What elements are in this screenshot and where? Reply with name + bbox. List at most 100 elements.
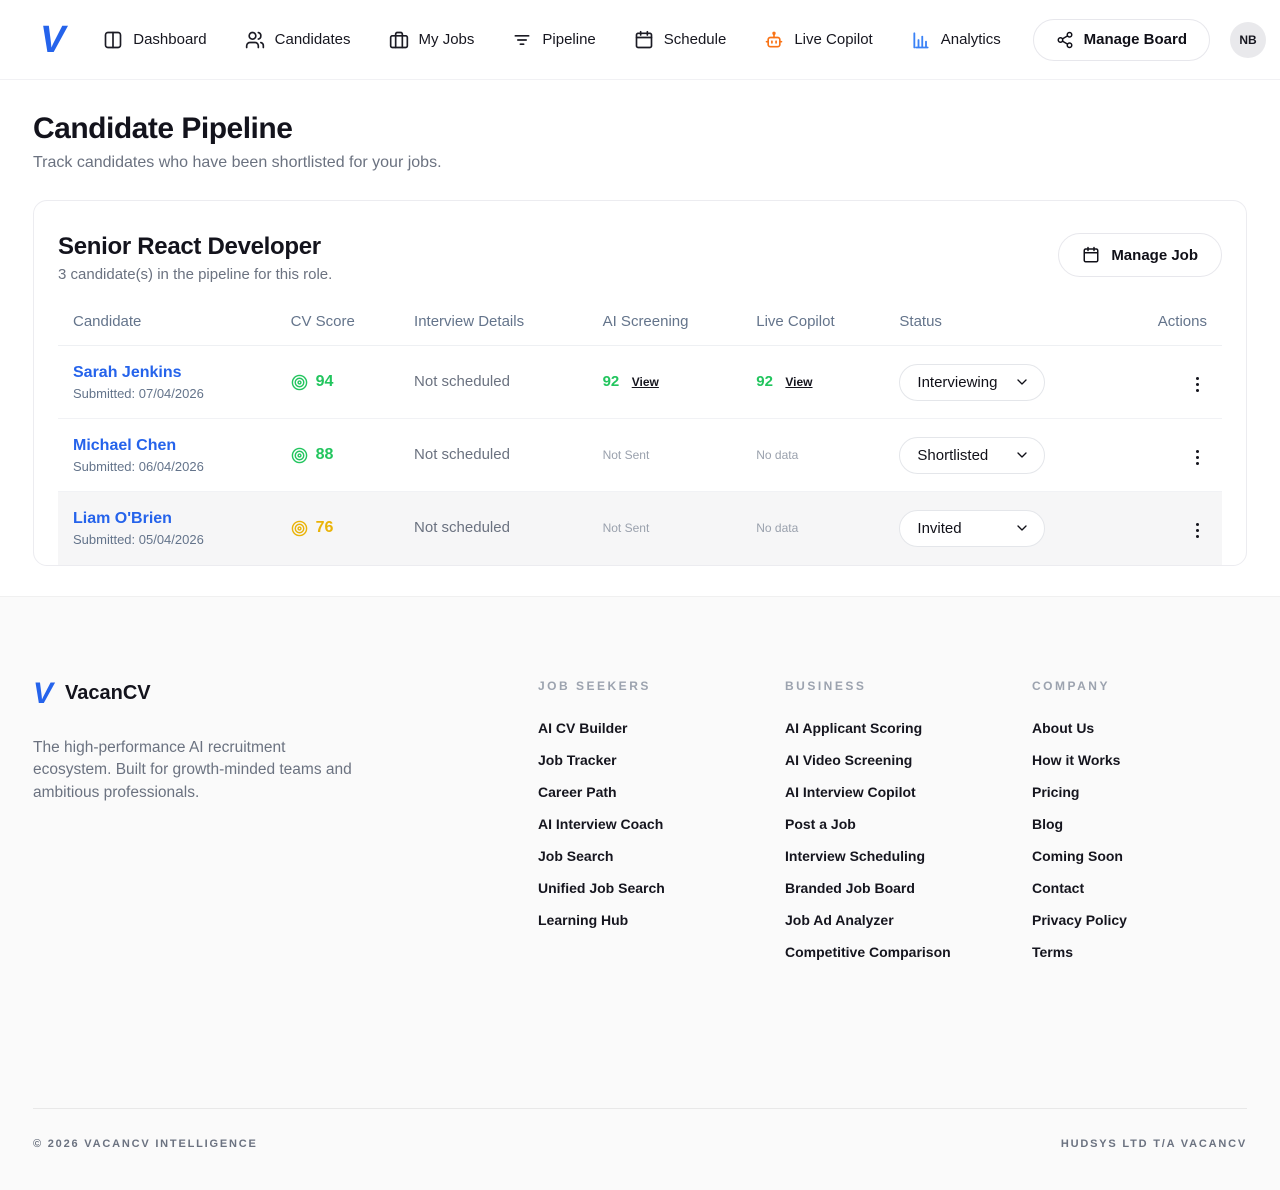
footer-column-company: COMPANY About Us How it Works Pricing Bl… xyxy=(1032,679,1279,976)
manage-job-button[interactable]: Manage Job xyxy=(1058,233,1222,277)
nav-my-jobs[interactable]: My Jobs xyxy=(389,30,475,50)
footer-link[interactable]: Learning Hub xyxy=(538,912,785,929)
chevron-down-icon xyxy=(1014,447,1030,463)
nav-live-copilot[interactable]: Live Copilot xyxy=(764,30,872,50)
dashboard-panel-icon xyxy=(103,30,123,50)
footer-link[interactable]: Interview Scheduling xyxy=(785,848,1032,865)
briefcase-icon xyxy=(389,30,409,50)
calendar-icon xyxy=(634,30,654,50)
cv-score-value: 88 xyxy=(316,446,334,464)
table-row: Liam O'Brien Submitted: 05/04/2026 76 No… xyxy=(58,492,1222,565)
nav-schedule[interactable]: Schedule xyxy=(634,30,727,50)
footer-column-heading: COMPANY xyxy=(1032,679,1279,693)
job-pipeline-card: Senior React Developer 3 candidate(s) in… xyxy=(33,200,1247,566)
footer-link[interactable]: Job Ad Analyzer xyxy=(785,912,1032,929)
nav-label: Candidates xyxy=(275,31,351,48)
footer-link[interactable]: Job Search xyxy=(538,848,785,865)
row-actions-button[interactable] xyxy=(1188,444,1207,471)
page-footer: V VacanCV The high-performance AI recrui… xyxy=(0,596,1280,1190)
main-content: Candidate Pipeline Track candidates who … xyxy=(0,80,1280,596)
interview-details: Not scheduled xyxy=(414,519,510,536)
status-dropdown[interactable]: Invited xyxy=(899,510,1045,547)
nav-label: Dashboard xyxy=(133,31,206,48)
footer-link[interactable]: Post a Job xyxy=(785,816,1032,833)
candidates-table: Candidate CV Score Interview Details AI … xyxy=(58,307,1222,565)
footer-link[interactable]: Coming Soon xyxy=(1032,848,1279,865)
footer-link[interactable]: Competitive Comparison xyxy=(785,944,1032,961)
job-candidate-count: 3 candidate(s) in the pipeline for this … xyxy=(58,266,332,283)
live-copilot-score: 92 xyxy=(756,373,773,390)
main-nav: Dashboard Candidates My Jobs Pipeline Sc… xyxy=(103,30,1001,50)
cv-score-value: 94 xyxy=(316,373,334,391)
footer-link[interactable]: AI Video Screening xyxy=(785,752,1032,769)
footer-link[interactable]: Job Tracker xyxy=(538,752,785,769)
footer-link[interactable]: Terms xyxy=(1032,944,1279,961)
status-selected-value: Interviewing xyxy=(917,374,997,391)
footer-link[interactable]: About Us xyxy=(1032,720,1279,737)
footer-link[interactable]: AI CV Builder xyxy=(538,720,785,737)
footer-link[interactable]: AI Applicant Scoring xyxy=(785,720,1032,737)
calendar-icon xyxy=(1082,246,1100,264)
footer-link[interactable]: Branded Job Board xyxy=(785,880,1032,897)
nav-analytics[interactable]: Analytics xyxy=(911,30,1001,50)
footer-link[interactable]: AI Interview Copilot xyxy=(785,784,1032,801)
footer-link[interactable]: Pricing xyxy=(1032,784,1279,801)
col-header-cv-score: CV Score xyxy=(276,307,399,346)
interview-details: Not scheduled xyxy=(414,373,510,390)
status-selected-value: Invited xyxy=(917,520,961,537)
vacancv-footer-logo: V xyxy=(33,679,51,709)
candidate-name-link[interactable]: Sarah Jenkins xyxy=(73,364,182,382)
col-header-interview: Interview Details xyxy=(399,307,588,346)
bar-chart-icon xyxy=(911,30,931,50)
target-icon xyxy=(291,374,308,391)
top-nav: V Dashboard Candidates My Jobs Pipeline xyxy=(0,0,1280,80)
footer-link[interactable]: How it Works xyxy=(1032,752,1279,769)
table-row: Michael Chen Submitted: 06/04/2026 88 No… xyxy=(58,419,1222,492)
candidate-name-link[interactable]: Michael Chen xyxy=(73,437,176,455)
candidate-submitted-date: Submitted: 06/04/2026 xyxy=(73,459,261,474)
nav-candidates[interactable]: Candidates xyxy=(245,30,351,50)
candidate-submitted-date: Submitted: 05/04/2026 xyxy=(73,532,261,547)
target-icon xyxy=(291,520,308,537)
footer-column-heading: JOB SEEKERS xyxy=(538,679,785,693)
table-row: Sarah Jenkins Submitted: 07/04/2026 94 N… xyxy=(58,346,1222,419)
cv-score-value: 76 xyxy=(316,519,334,537)
candidate-name-link[interactable]: Liam O'Brien xyxy=(73,510,172,528)
nav-label: Schedule xyxy=(664,31,727,48)
status-dropdown[interactable]: Interviewing xyxy=(899,364,1045,401)
nav-label: Analytics xyxy=(941,31,1001,48)
live-copilot-view-link[interactable]: View xyxy=(785,375,812,389)
ai-screening-score: 92 xyxy=(603,373,620,390)
footer-column-job-seekers: JOB SEEKERS AI CV Builder Job Tracker Ca… xyxy=(538,679,785,976)
col-header-candidate: Candidate xyxy=(58,307,276,346)
footer-link[interactable]: AI Interview Coach xyxy=(538,816,785,833)
footer-column-heading: BUSINESS xyxy=(785,679,1032,693)
live-copilot-status: No data xyxy=(756,448,798,462)
filter-lines-icon xyxy=(512,30,532,50)
footer-link[interactable]: Privacy Policy xyxy=(1032,912,1279,929)
footer-link[interactable]: Career Path xyxy=(538,784,785,801)
nav-pipeline[interactable]: Pipeline xyxy=(512,30,595,50)
vacancv-logo[interactable]: V xyxy=(40,21,71,59)
row-actions-button[interactable] xyxy=(1188,517,1207,544)
footer-description: The high-performance AI recruitment ecos… xyxy=(33,737,353,806)
manage-job-label: Manage Job xyxy=(1111,247,1198,264)
row-actions-button[interactable] xyxy=(1188,371,1207,398)
ai-screening-view-link[interactable]: View xyxy=(632,375,659,389)
user-avatar[interactable]: NB xyxy=(1230,22,1266,58)
footer-link[interactable]: Blog xyxy=(1032,816,1279,833)
copyright-text: © 2026 VACANCV INTELLIGENCE xyxy=(33,1138,258,1150)
status-dropdown[interactable]: Shortlisted xyxy=(899,437,1045,474)
manage-board-label: Manage Board xyxy=(1084,31,1187,48)
footer-link[interactable]: Contact xyxy=(1032,880,1279,897)
page-title: Candidate Pipeline xyxy=(33,112,1247,146)
chevron-down-icon xyxy=(1014,374,1030,390)
job-title: Senior React Developer xyxy=(58,233,332,261)
share-network-icon xyxy=(1056,31,1074,49)
users-icon xyxy=(245,30,265,50)
nav-dashboard[interactable]: Dashboard xyxy=(103,30,206,50)
nav-label: Pipeline xyxy=(542,31,595,48)
robot-icon xyxy=(764,30,784,50)
manage-board-button[interactable]: Manage Board xyxy=(1033,19,1210,61)
footer-link[interactable]: Unified Job Search xyxy=(538,880,785,897)
